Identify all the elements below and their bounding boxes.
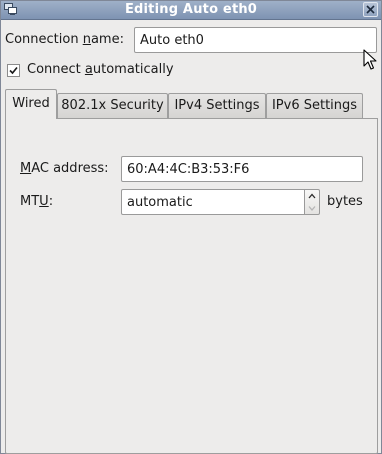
edit-connection-window: Editing Auto eth0 Connection name: Conne… xyxy=(0,0,382,454)
mtu-input[interactable] xyxy=(121,189,305,215)
tab-wired[interactable]: Wired xyxy=(5,89,57,119)
chevron-up-icon xyxy=(308,193,316,199)
connect-automatically-label[interactable]: Connect automatically xyxy=(27,62,174,78)
connection-name-label: Connection name: xyxy=(5,32,124,47)
close-icon xyxy=(366,5,375,14)
tab-ipv6-settings[interactable]: IPv6 Settings xyxy=(266,93,363,118)
mtu-increment-button[interactable] xyxy=(305,190,319,202)
connection-name-input[interactable] xyxy=(134,27,377,53)
mac-address-input[interactable] xyxy=(121,156,363,182)
mtu-spin-buttons xyxy=(304,189,320,215)
tab-802-1x-security[interactable]: 802.1x Security xyxy=(57,93,168,118)
tab-ipv4-settings[interactable]: IPv4 Settings xyxy=(168,93,266,118)
mtu-unit-label: bytes xyxy=(327,194,363,209)
mtu-label: MTU: xyxy=(20,194,54,209)
close-button[interactable] xyxy=(363,2,378,17)
connect-automatically-checkbox[interactable] xyxy=(7,64,20,77)
chevron-down-icon xyxy=(308,206,316,211)
window-title: Editing Auto eth0 xyxy=(124,2,258,17)
mac-address-label: MAC address: xyxy=(20,161,109,176)
title-bar[interactable]: Editing Auto eth0 xyxy=(1,1,381,20)
mtu-decrement-button[interactable] xyxy=(305,202,319,214)
